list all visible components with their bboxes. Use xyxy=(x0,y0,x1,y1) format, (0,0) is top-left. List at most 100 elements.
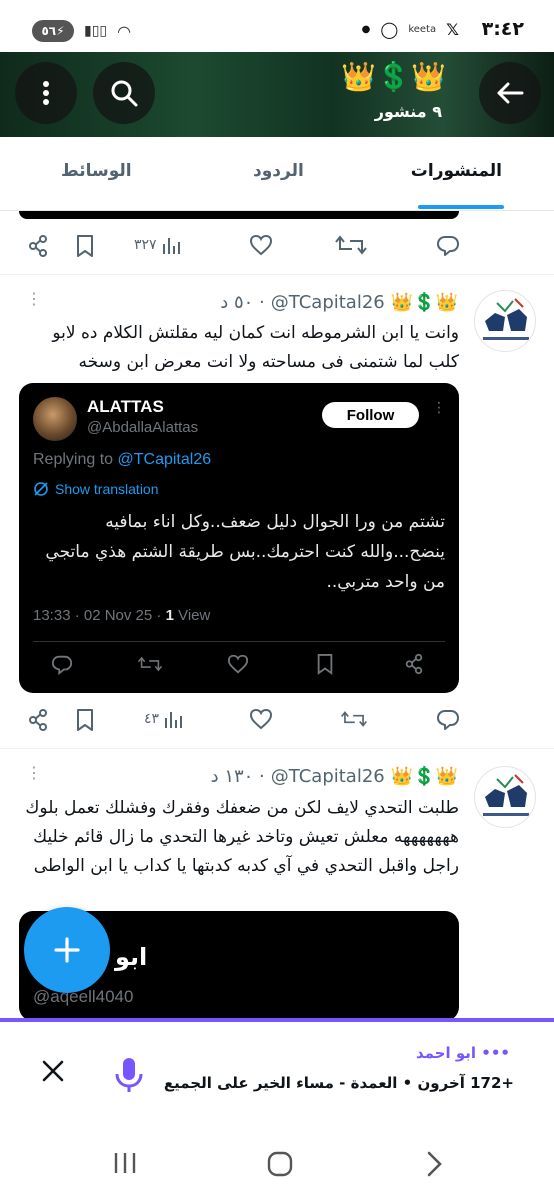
divider xyxy=(0,748,554,749)
spaces-progress-line xyxy=(0,1018,554,1022)
bookmark-icon xyxy=(77,235,93,257)
avatar[interactable] xyxy=(474,290,536,352)
quoted-handle: @aqeell4040 xyxy=(33,987,134,1006)
bookmark-button[interactable] xyxy=(74,234,96,258)
views-icon xyxy=(165,712,183,728)
whatsapp-icon: ◯ xyxy=(380,20,399,39)
mic-button[interactable] xyxy=(112,1056,146,1098)
posts-count: ٩ منشور xyxy=(374,102,442,121)
quoted-views-label: View xyxy=(178,607,211,624)
author-handle[interactable]: @TCapital26 xyxy=(271,292,385,313)
close-space-button[interactable] xyxy=(40,1058,66,1088)
reply-icon xyxy=(51,655,73,675)
more-options-button[interactable] xyxy=(15,62,77,124)
system-nav-bar xyxy=(0,1130,554,1200)
repost-button[interactable] xyxy=(334,234,368,256)
translate-icon xyxy=(34,482,48,496)
tweet-more-button[interactable]: ⋮ xyxy=(26,765,43,781)
wifi-icon: ◠ xyxy=(117,21,132,41)
avatar[interactable] xyxy=(474,766,536,828)
heart-icon xyxy=(249,708,273,730)
quoted-actions xyxy=(19,653,459,683)
tweet-time-value: ١٣٠ د xyxy=(210,766,254,787)
clock: ٣:٤٢ xyxy=(481,18,524,40)
repost-button[interactable] xyxy=(340,708,368,730)
tweet-actions: ٣٢٧ xyxy=(0,226,554,270)
quoted-date: 13:33 · 02 Nov 25 · xyxy=(33,607,166,624)
profile-header: 👑💲👑 ٩ منشور xyxy=(0,52,554,137)
search-icon xyxy=(111,80,138,107)
more-vertical-icon xyxy=(43,81,49,105)
tweet-actions: ٤٣ xyxy=(0,700,554,744)
share-button[interactable] xyxy=(26,234,50,258)
arrow-left-icon xyxy=(497,82,524,104)
quoted-text: تشتم من ورا الجوال دليل ضعف..وكل اناء بم… xyxy=(45,512,445,592)
tab-media[interactable]: الوسائط xyxy=(61,161,132,181)
views-button[interactable]: ٤٣ xyxy=(144,708,183,730)
heart-icon xyxy=(249,234,273,256)
divider xyxy=(0,274,554,275)
recents-button[interactable] xyxy=(112,1150,138,1180)
author-emojis: 👑💲👑 xyxy=(390,766,458,787)
quoted-more-icon: ⋮ xyxy=(432,400,446,416)
quoted-avatar xyxy=(33,397,77,441)
battery-indicator: ٥٦ ⚡ xyxy=(32,20,74,42)
search-button[interactable] xyxy=(93,62,155,124)
close-icon xyxy=(42,1060,64,1082)
microphone-icon xyxy=(115,1058,143,1092)
tab-posts[interactable]: المنشورات xyxy=(411,161,502,181)
bookmark-icon xyxy=(77,709,93,731)
status-left: ٥٦ ⚡ ▮▯▯ ◠ xyxy=(32,20,131,42)
profile-title: 👑💲👑 xyxy=(341,60,446,93)
tweet-time-value: ٥٠ د xyxy=(220,292,254,313)
tab-replies[interactable]: الردود xyxy=(253,161,304,181)
repost-icon xyxy=(335,235,367,255)
bookmark-button[interactable] xyxy=(74,708,96,732)
active-tab-indicator xyxy=(418,205,504,209)
home-icon xyxy=(267,1151,293,1177)
dot-icon: ● xyxy=(361,24,371,35)
author-handle[interactable]: @TCapital26 xyxy=(271,766,385,787)
replying-handle: @TCapital26 xyxy=(117,451,212,468)
back-button[interactable] xyxy=(479,62,541,124)
spaces-dock[interactable]: ••• ابو احمد +172 آخرون • العمدة - مساء … xyxy=(0,1018,554,1130)
previous-media-card xyxy=(19,211,459,219)
quoted-name: ALATTAS xyxy=(87,397,164,416)
share-icon xyxy=(29,709,47,731)
views-count: ٣٢٧ xyxy=(134,237,157,253)
reply-button[interactable] xyxy=(436,234,460,256)
share-button[interactable] xyxy=(26,708,50,732)
share-icon xyxy=(29,235,47,257)
home-button[interactable] xyxy=(266,1150,294,1182)
follow-button: Follow xyxy=(322,402,419,428)
like-button[interactable] xyxy=(249,708,273,730)
quoted-tweet-screenshot[interactable]: ALATTAS @AbdallaAlattas Follow ⋮ Replyin… xyxy=(19,383,459,693)
tweet-text: طلبت التحدي لايف لكن من ضعفك وفقرك وفشلك… xyxy=(25,798,459,876)
tweet-more-button[interactable]: ⋮ xyxy=(26,291,43,307)
views-count: ٤٣ xyxy=(144,711,160,727)
reply-icon xyxy=(437,236,459,256)
tweet-header: 👑💲👑 @TCapital26 · ١٣٠ د xyxy=(211,766,458,787)
heart-icon xyxy=(227,654,249,674)
compose-button[interactable] xyxy=(24,907,110,993)
recents-icon xyxy=(114,1153,136,1173)
author-emojis: 👑💲👑 xyxy=(390,292,458,313)
replying-prefix: Replying to xyxy=(33,451,114,468)
plus-icon xyxy=(54,937,80,963)
space-host: ••• ابو احمد xyxy=(415,1044,510,1062)
signal-icon: ▮▯▯ xyxy=(84,23,108,39)
views-icon xyxy=(162,238,180,254)
system-back-button[interactable] xyxy=(424,1150,444,1182)
like-button[interactable] xyxy=(249,234,273,256)
profile-tabs: الوسائط الردود المنشورات xyxy=(0,137,554,211)
status-bar: ٥٦ ⚡ ▮▯▯ ◠ ● ◯ keeta 𝕏 ٣:٤٢ xyxy=(0,0,554,52)
views-button[interactable]: ٣٢٧ xyxy=(134,234,181,256)
quoted-name: ابو xyxy=(115,943,148,971)
quoted-divider xyxy=(33,641,445,642)
reply-icon xyxy=(437,710,459,730)
x-logo-icon: 𝕏 xyxy=(446,20,459,39)
replying-to: Replying to @TCapital26 xyxy=(33,451,211,469)
share-icon xyxy=(405,653,423,675)
reply-button[interactable] xyxy=(436,708,460,730)
bull-bear-logo-icon xyxy=(483,298,529,340)
